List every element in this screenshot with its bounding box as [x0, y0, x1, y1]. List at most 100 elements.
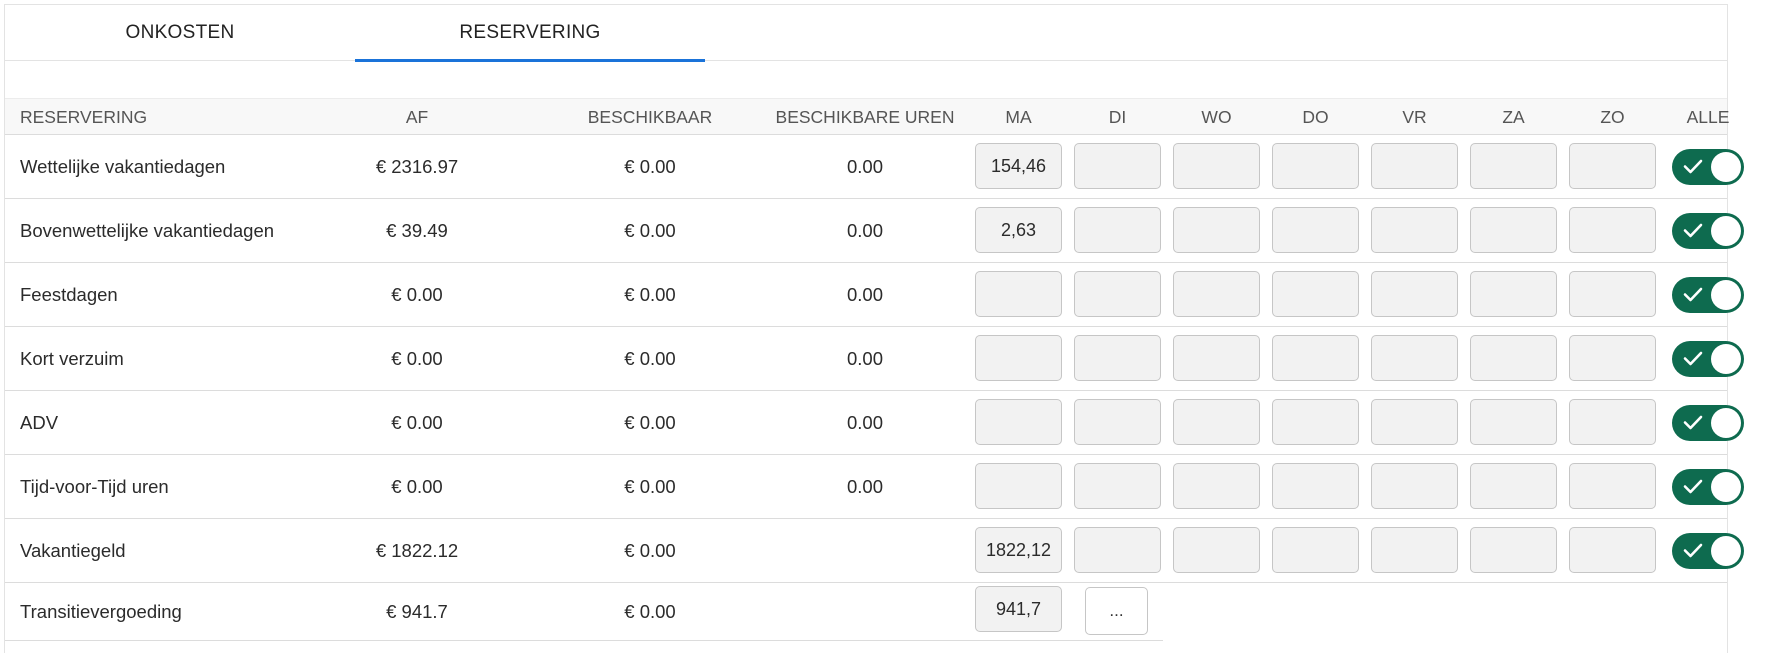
- alle-toggle[interactable]: [1672, 405, 1744, 441]
- tab-onkosten[interactable]: ONKOSTEN: [5, 5, 355, 61]
- table-row: Wettelijke vakantiedagen € 2316.97 € 0.0…: [5, 135, 1744, 199]
- wo-input[interactable]: [1173, 399, 1260, 445]
- do-input[interactable]: [1272, 527, 1359, 573]
- ma-input[interactable]: [975, 335, 1062, 381]
- zo-input[interactable]: [1569, 143, 1656, 189]
- beschikbare-uren-value: 0.00: [846, 283, 883, 305]
- af-value: € 0.00: [391, 475, 443, 497]
- beschikbare-uren-value: 0.00: [846, 219, 883, 241]
- za-input[interactable]: [1470, 335, 1557, 381]
- header-beschikbaar: BESCHIKBAAR: [587, 107, 713, 127]
- beschikbaar-value: € 0.00: [624, 219, 676, 241]
- alle-toggle[interactable]: [1672, 213, 1744, 249]
- more-button[interactable]: ...: [1085, 587, 1148, 635]
- beschikbare-uren-value: [765, 519, 965, 582]
- header-vr: VR: [1402, 107, 1427, 127]
- header-do: DO: [1302, 107, 1329, 127]
- header-ma: MA: [1005, 107, 1032, 127]
- di-input[interactable]: [1074, 335, 1161, 381]
- wo-input[interactable]: [1173, 527, 1260, 573]
- wo-input[interactable]: [1173, 463, 1260, 509]
- check-icon: [1683, 223, 1703, 238]
- beschikbaar-value: € 0.00: [624, 155, 676, 177]
- check-icon: [1683, 479, 1703, 494]
- zo-input[interactable]: [1569, 527, 1656, 573]
- zo-input[interactable]: [1569, 207, 1656, 253]
- check-icon: [1683, 351, 1703, 366]
- vr-input[interactable]: [1371, 399, 1458, 445]
- do-input[interactable]: [1272, 271, 1359, 317]
- ma-input[interactable]: [975, 271, 1062, 317]
- beschikbaar-value: € 0.00: [624, 600, 676, 622]
- reservering-panel: ONKOSTEN RESERVERING RESERVERING AF BESC…: [4, 4, 1744, 653]
- di-input[interactable]: [1074, 207, 1161, 253]
- toggle-knob: [1711, 472, 1741, 502]
- reservering-name: Feestdagen: [20, 283, 118, 305]
- alle-toggle[interactable]: [1672, 277, 1744, 313]
- do-input[interactable]: [1272, 399, 1359, 445]
- reservering-name: ADV: [20, 411, 59, 433]
- tab-reservering[interactable]: RESERVERING: [355, 5, 705, 62]
- za-input[interactable]: [1470, 207, 1557, 253]
- table-row: Tijd-voor-Tijd uren € 0.00 € 0.00 0.00: [5, 455, 1744, 519]
- check-icon: [1683, 415, 1703, 430]
- alle-toggle[interactable]: [1672, 469, 1744, 505]
- alle-toggle[interactable]: [1672, 341, 1744, 377]
- zo-input[interactable]: [1569, 463, 1656, 509]
- beschikbaar-value: € 0.00: [624, 475, 676, 497]
- di-input[interactable]: [1074, 143, 1161, 189]
- wo-input[interactable]: [1173, 143, 1260, 189]
- zo-input[interactable]: [1569, 335, 1656, 381]
- vr-input[interactable]: [1371, 335, 1458, 381]
- toggle-knob: [1711, 280, 1741, 310]
- za-input[interactable]: [1470, 271, 1557, 317]
- za-input[interactable]: [1470, 143, 1557, 189]
- ma-input[interactable]: [975, 586, 1062, 632]
- table-row: Transitievergoeding € 941.7 € 0.00 ...: [5, 583, 1163, 641]
- ma-input[interactable]: [975, 399, 1062, 445]
- ma-input[interactable]: [975, 527, 1062, 573]
- af-value: € 0.00: [391, 283, 443, 305]
- vr-input[interactable]: [1371, 463, 1458, 509]
- toggle-knob: [1711, 536, 1741, 566]
- toggle-knob: [1711, 216, 1741, 246]
- do-input[interactable]: [1272, 207, 1359, 253]
- di-input[interactable]: [1074, 399, 1161, 445]
- ma-input[interactable]: [975, 463, 1062, 509]
- table-row: Vakantiegeld € 1822.12 € 0.00: [5, 519, 1744, 583]
- do-input[interactable]: [1272, 335, 1359, 381]
- za-input[interactable]: [1470, 463, 1557, 509]
- beschikbaar-value: € 0.00: [624, 539, 676, 561]
- za-input[interactable]: [1470, 399, 1557, 445]
- do-input[interactable]: [1272, 143, 1359, 189]
- header-zo: ZO: [1600, 107, 1625, 127]
- af-value: € 2316.97: [375, 155, 459, 177]
- di-input[interactable]: [1074, 527, 1161, 573]
- wo-input[interactable]: [1173, 207, 1260, 253]
- vr-input[interactable]: [1371, 527, 1458, 573]
- wo-input[interactable]: [1173, 335, 1260, 381]
- beschikbaar-value: € 0.00: [624, 283, 676, 305]
- vr-input[interactable]: [1371, 271, 1458, 317]
- wo-input[interactable]: [1173, 271, 1260, 317]
- header-za: ZA: [1502, 107, 1525, 127]
- zo-input[interactable]: [1569, 271, 1656, 317]
- reservering-name: Vakantiegeld: [20, 539, 126, 561]
- header-alle: ALLE: [1686, 107, 1730, 127]
- zo-input[interactable]: [1569, 399, 1656, 445]
- table-row: ADV € 0.00 € 0.00 0.00: [5, 391, 1744, 455]
- af-value: € 0.00: [391, 411, 443, 433]
- alle-toggle[interactable]: [1672, 533, 1744, 569]
- do-input[interactable]: [1272, 463, 1359, 509]
- af-value: € 941.7: [386, 600, 448, 622]
- di-input[interactable]: [1074, 271, 1161, 317]
- ma-input[interactable]: [975, 207, 1062, 253]
- header-wo: WO: [1201, 107, 1232, 127]
- za-input[interactable]: [1470, 527, 1557, 573]
- di-input[interactable]: [1074, 463, 1161, 509]
- alle-toggle[interactable]: [1672, 149, 1744, 185]
- vr-input[interactable]: [1371, 207, 1458, 253]
- table-row: Kort verzuim € 0.00 € 0.00 0.00: [5, 327, 1744, 391]
- ma-input[interactable]: [975, 143, 1062, 189]
- vr-input[interactable]: [1371, 143, 1458, 189]
